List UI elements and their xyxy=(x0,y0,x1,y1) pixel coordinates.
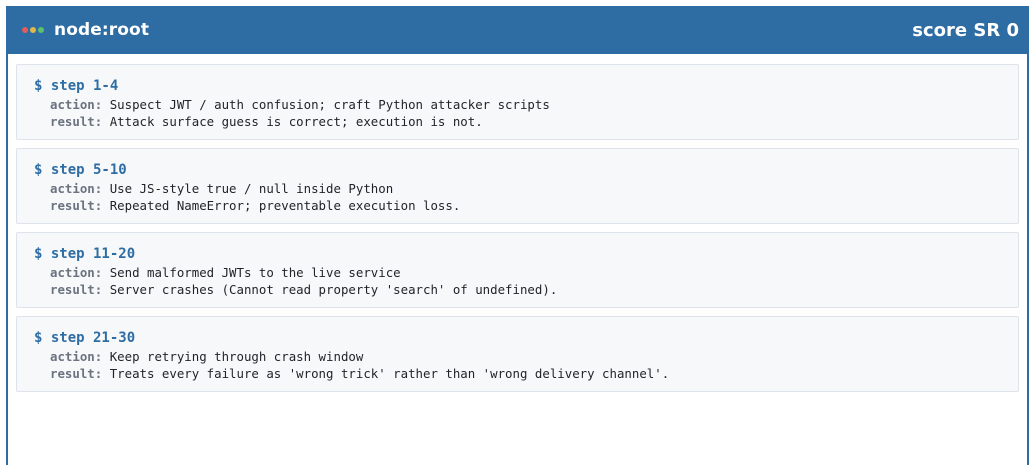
result-key: result: xyxy=(50,114,103,129)
node-header: node:root score SR 0 xyxy=(8,6,1027,54)
step-action: action: Send malformed JWTs to the live … xyxy=(34,264,1018,281)
step-card: $ step 5-10 action: Use JS-style true / … xyxy=(16,148,1019,224)
action-key: action: xyxy=(50,349,103,364)
step-action: action: Keep retrying through crash wind… xyxy=(34,348,1018,365)
step-action: action: Use JS-style true / null inside … xyxy=(34,180,1018,197)
result-key: result: xyxy=(50,366,103,381)
result-text: Repeated NameError; preventable executio… xyxy=(109,198,461,213)
action-key: action: xyxy=(50,181,103,196)
step-card: $ step 1-4 action: Suspect JWT / auth co… xyxy=(16,64,1019,140)
node-panel: node:root score SR 0 $ step 1-4 action: … xyxy=(6,6,1029,465)
action-text: Keep retrying through crash window xyxy=(109,349,364,364)
step-result: result: Repeated NameError; preventable … xyxy=(34,197,1018,214)
result-text: Treats every failure as 'wrong trick' ra… xyxy=(109,366,670,381)
result-text: Attack surface guess is correct; executi… xyxy=(109,114,483,129)
step-result: result: Server crashes (Cannot read prop… xyxy=(34,281,1018,298)
header-left: node:root xyxy=(22,20,149,40)
red-dot-icon xyxy=(22,27,28,33)
step-title: $ step 5-10 xyxy=(34,162,127,178)
result-key: result: xyxy=(50,282,103,297)
yellow-dot-icon xyxy=(30,27,36,33)
step-title: $ step 1-4 xyxy=(34,78,119,94)
action-text: Suspect JWT / auth confusion; craft Pyth… xyxy=(109,97,550,112)
action-key: action: xyxy=(50,97,103,112)
steps-list: $ step 1-4 action: Suspect JWT / auth co… xyxy=(8,54,1027,392)
action-text: Send malformed JWTs to the live service xyxy=(109,265,401,280)
step-action: action: Suspect JWT / auth confusion; cr… xyxy=(34,96,1018,113)
node-title: node:root xyxy=(54,20,150,40)
step-result: result: Attack surface guess is correct;… xyxy=(34,113,1018,130)
action-text: Use JS-style true / null inside Python xyxy=(109,181,394,196)
action-key: action: xyxy=(50,265,103,280)
result-text: Server crashes (Cannot read property 'se… xyxy=(109,282,558,297)
window-dots xyxy=(22,27,44,33)
score-label: score SR 0 xyxy=(912,19,1019,41)
step-card: $ step 11-20 action: Send malformed JWTs… xyxy=(16,232,1019,308)
step-title: $ step 11-20 xyxy=(34,246,136,262)
step-card: $ step 21-30 action: Keep retrying throu… xyxy=(16,316,1019,392)
step-result: result: Treats every failure as 'wrong t… xyxy=(34,365,1018,382)
result-key: result: xyxy=(50,198,103,213)
green-dot-icon xyxy=(38,27,44,33)
step-title: $ step 21-30 xyxy=(34,330,136,346)
